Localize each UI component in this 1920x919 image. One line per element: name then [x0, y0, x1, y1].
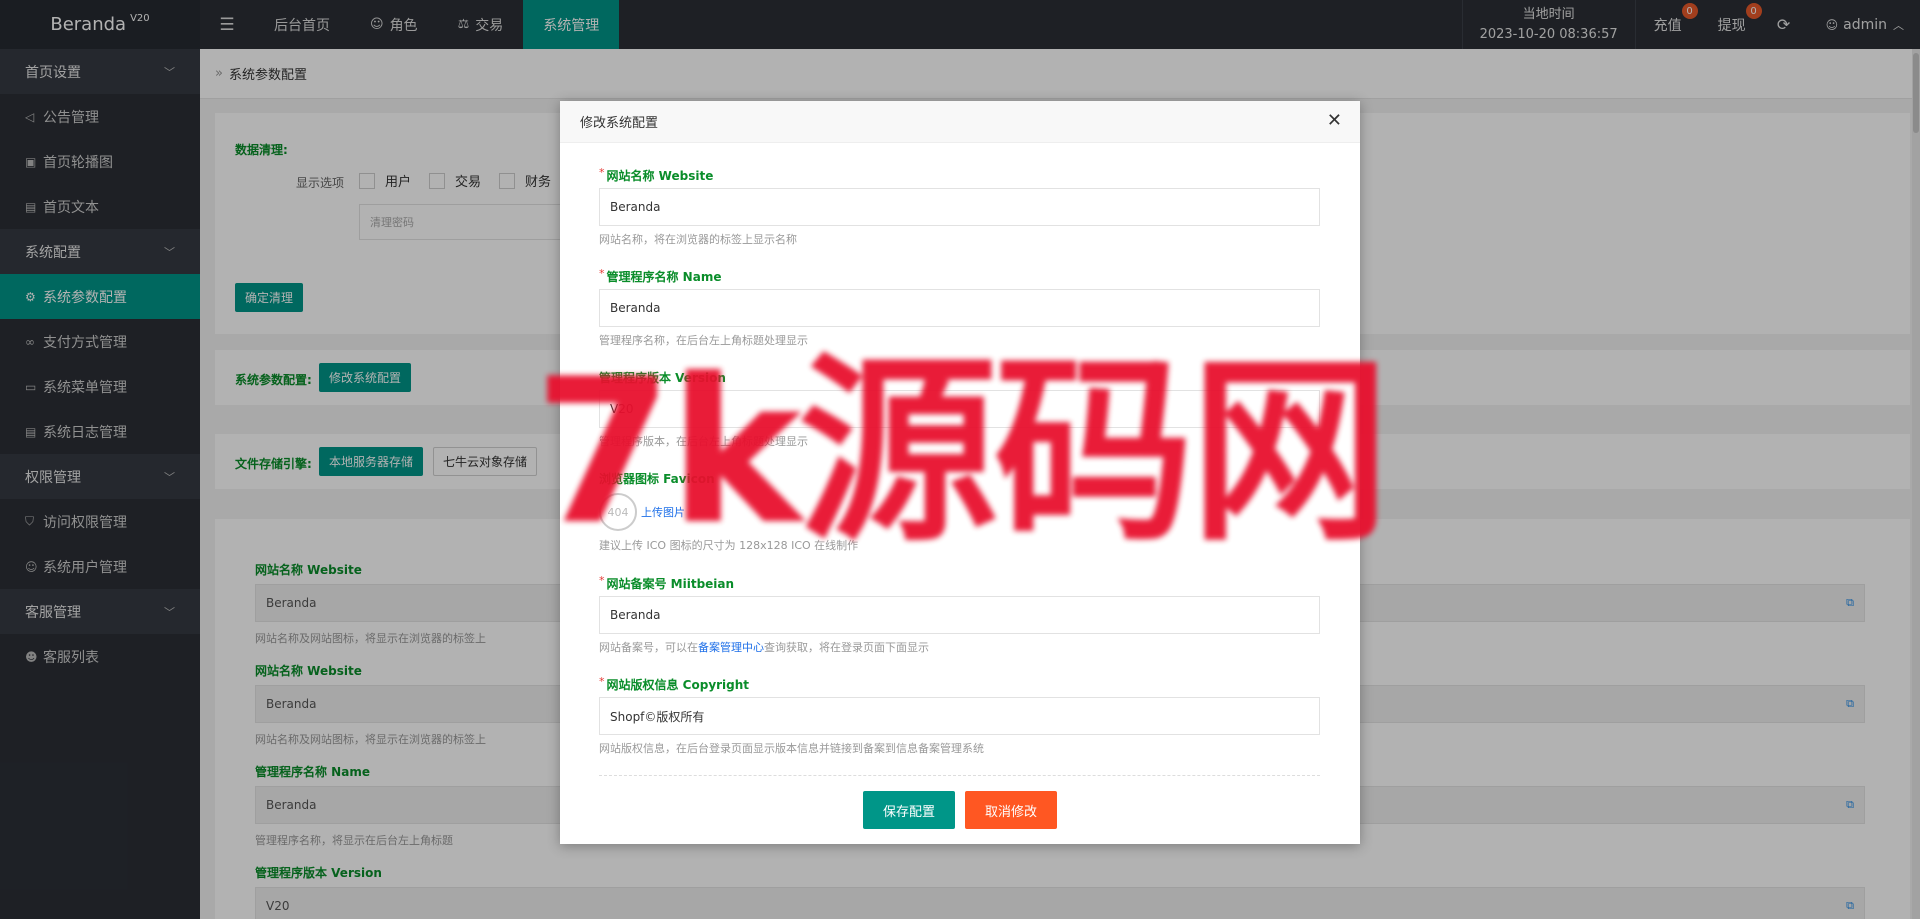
modal-title: 修改系统配置: [580, 116, 659, 131]
watermark: 7k源码网: [533, 336, 1390, 569]
website-input[interactable]: Beranda: [599, 188, 1320, 226]
beian-link[interactable]: 备案管理中心: [698, 641, 764, 654]
cancel-edit-button[interactable]: 取消修改: [965, 791, 1057, 829]
app-name-input[interactable]: Beranda: [599, 289, 1320, 327]
copyright-input[interactable]: Shopf©版权所有: [599, 697, 1320, 735]
modal-header: 修改系统配置: [560, 101, 1360, 143]
close-icon[interactable]: ✕: [1327, 112, 1342, 130]
modal-divider: [599, 775, 1320, 776]
miitbeian-input[interactable]: Beranda: [599, 596, 1320, 634]
save-config-button[interactable]: 保存配置: [863, 791, 955, 829]
